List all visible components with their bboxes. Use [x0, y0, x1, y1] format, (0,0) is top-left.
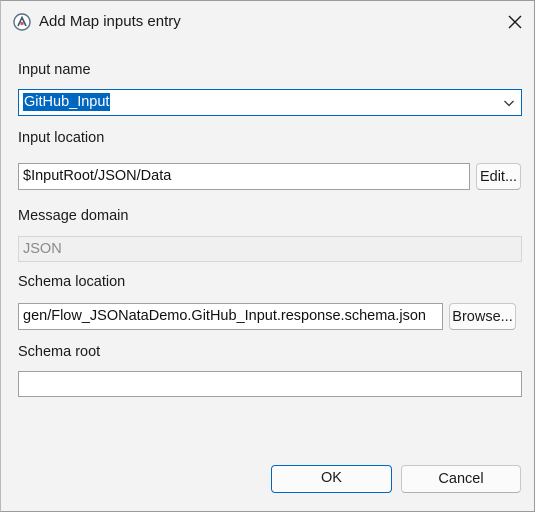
schema-root-label: Schema root — [18, 344, 101, 360]
close-icon[interactable] — [505, 12, 525, 32]
schema-location-value: gen/Flow_JSONataDemo.GitHub_Input.respon… — [23, 308, 426, 324]
chevron-down-icon[interactable] — [503, 98, 515, 108]
message-domain-label: Message domain — [18, 208, 129, 224]
cancel-button[interactable]: Cancel — [401, 465, 521, 493]
schema-root-field[interactable] — [18, 371, 522, 397]
input-location-label: Input location — [18, 130, 105, 146]
message-domain-value: JSON — [23, 241, 62, 257]
input-location-value: $InputRoot/JSON/Data — [23, 168, 172, 184]
title-bar[interactable]: Add Map inputs entry — [1, 1, 534, 43]
input-name-label: Input name — [18, 62, 91, 78]
window-title: Add Map inputs entry — [39, 13, 181, 30]
schema-location-field[interactable]: gen/Flow_JSONataDemo.GitHub_Input.respon… — [18, 303, 443, 330]
add-map-inputs-dialog: Add Map inputs entry Input name GitHub_I… — [0, 0, 535, 512]
schema-location-label: Schema location — [18, 274, 126, 290]
message-domain-field: JSON — [18, 236, 522, 262]
app-logo-icon — [13, 13, 31, 31]
input-name-value: GitHub_Input — [23, 93, 111, 111]
ok-button[interactable]: OK — [271, 465, 392, 493]
input-name-combobox[interactable]: GitHub_Input — [18, 89, 522, 116]
edit-button[interactable]: Edit... — [476, 163, 521, 190]
browse-button[interactable]: Browse... — [449, 303, 516, 330]
input-location-field[interactable]: $InputRoot/JSON/Data — [18, 163, 470, 190]
